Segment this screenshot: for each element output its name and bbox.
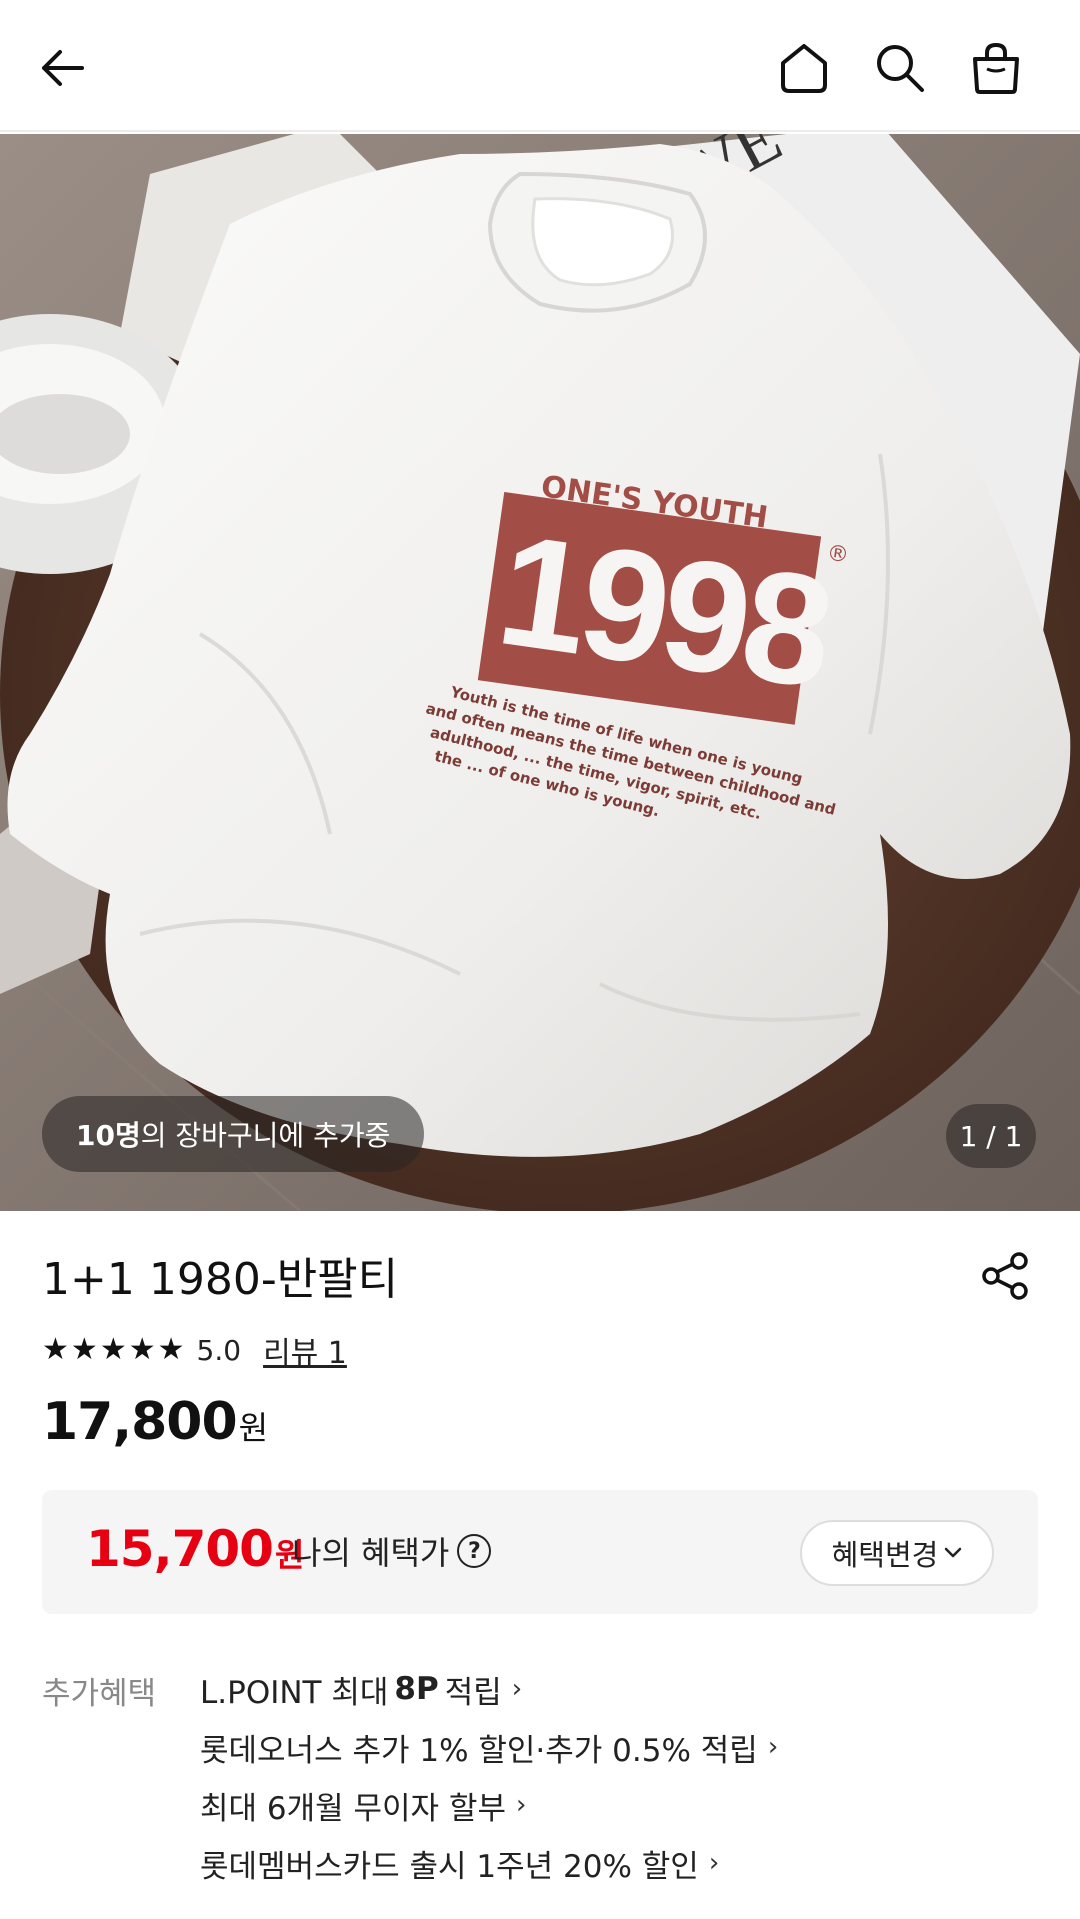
price-value: 17,800	[42, 1392, 238, 1452]
share-icon	[982, 1252, 1028, 1300]
extra-benefits-list: L.POINT 최대 8P 적립 › 롯데오너스 추가 1% 할인·추가 0.5…	[200, 1668, 1060, 1892]
home-button[interactable]	[772, 36, 836, 100]
extra-benefit-text: L.POINT 최대	[200, 1674, 389, 1711]
extra-benefit-text: 적립	[444, 1674, 502, 1711]
extra-benefit-item-lpoint[interactable]: L.POINT 최대 8P 적립 ›	[200, 1660, 1060, 1718]
benefit-label: 나의 혜택가 ?	[292, 1528, 492, 1574]
extra-benefit-text: 최대 6개월 무이자 할부	[200, 1790, 506, 1827]
change-benefit-label: 혜택변경	[831, 1538, 939, 1572]
star-icon: ★	[99, 1332, 127, 1367]
star-rating: ★ ★ ★ ★ ★	[42, 1335, 185, 1365]
change-benefit-button[interactable]: 혜택변경	[800, 1520, 994, 1586]
chevron-right-icon: ›	[767, 1732, 779, 1762]
product-image-carousel[interactable]: WE ONE'S YOUTH 1998 ® Youth is th	[0, 134, 1080, 1211]
extra-benefit-item-card[interactable]: 롯데멤버스카드 출시 1주년 20% 할인 ›	[200, 1834, 1060, 1892]
extra-benefits-label: 추가혜택	[42, 1676, 157, 1712]
extra-benefit-item-installment[interactable]: 최대 6개월 무이자 할부 ›	[200, 1776, 1060, 1834]
benefit-price-box: 15,700 원 나의 혜택가 ? 혜택변경	[42, 1490, 1038, 1614]
help-icon[interactable]: ?	[457, 1534, 492, 1568]
chevron-down-icon	[945, 1547, 962, 1558]
chevron-right-icon: ›	[515, 1790, 527, 1820]
price-row: 17,800 원	[42, 1392, 268, 1452]
search-button[interactable]	[868, 36, 932, 100]
back-button[interactable]	[30, 36, 94, 100]
rating-row: ★ ★ ★ ★ ★ 5.0 리뷰 1	[42, 1328, 347, 1372]
cart-add-count-badge: 10명 의 장바구니에 추가중	[42, 1096, 425, 1172]
image-page-indicator: 1 / 1	[946, 1104, 1036, 1168]
search-icon	[877, 45, 924, 92]
star-icon: ★	[42, 1332, 69, 1367]
top-navigation-bar	[0, 0, 1080, 132]
cart-count-text: 의 장바구니에 추가중	[140, 1119, 391, 1152]
star-icon: ★	[157, 1332, 185, 1367]
product-photo: WE ONE'S YOUTH 1998 ® Youth is th	[0, 134, 1080, 1211]
rating-value: 5.0	[196, 1333, 242, 1367]
back-arrow-icon	[42, 50, 84, 86]
price-unit: 원	[238, 1409, 269, 1447]
extra-benefit-text: 롯데멤버스카드 출시 1주년 20% 할인	[200, 1848, 699, 1885]
chevron-right-icon: ›	[511, 1674, 523, 1704]
extra-benefit-points: 8P	[394, 1671, 439, 1707]
benefit-label-text: 나의 혜택가	[292, 1534, 450, 1572]
benefit-price: 15,700 원	[86, 1520, 304, 1578]
star-icon: ★	[128, 1332, 156, 1367]
extra-benefit-text: 롯데오너스 추가 1% 할인·추가 0.5% 적립	[200, 1732, 758, 1769]
cart-count: 10명	[76, 1119, 141, 1152]
chevron-right-icon: ›	[708, 1848, 720, 1878]
cart-button[interactable]	[964, 36, 1028, 100]
home-icon	[781, 44, 827, 93]
print-registered-mark: ®	[825, 541, 850, 569]
star-icon: ★	[70, 1332, 98, 1367]
product-title: 1+1 1980-반팔티	[42, 1254, 399, 1305]
shopping-bag-icon	[973, 42, 1019, 94]
review-link[interactable]: 리뷰 1	[263, 1328, 347, 1372]
share-button[interactable]	[978, 1248, 1034, 1304]
benefit-price-value: 15,700	[86, 1520, 274, 1578]
extra-benefit-item-owners[interactable]: 롯데오너스 추가 1% 할인·추가 0.5% 적립 ›	[200, 1718, 1060, 1776]
